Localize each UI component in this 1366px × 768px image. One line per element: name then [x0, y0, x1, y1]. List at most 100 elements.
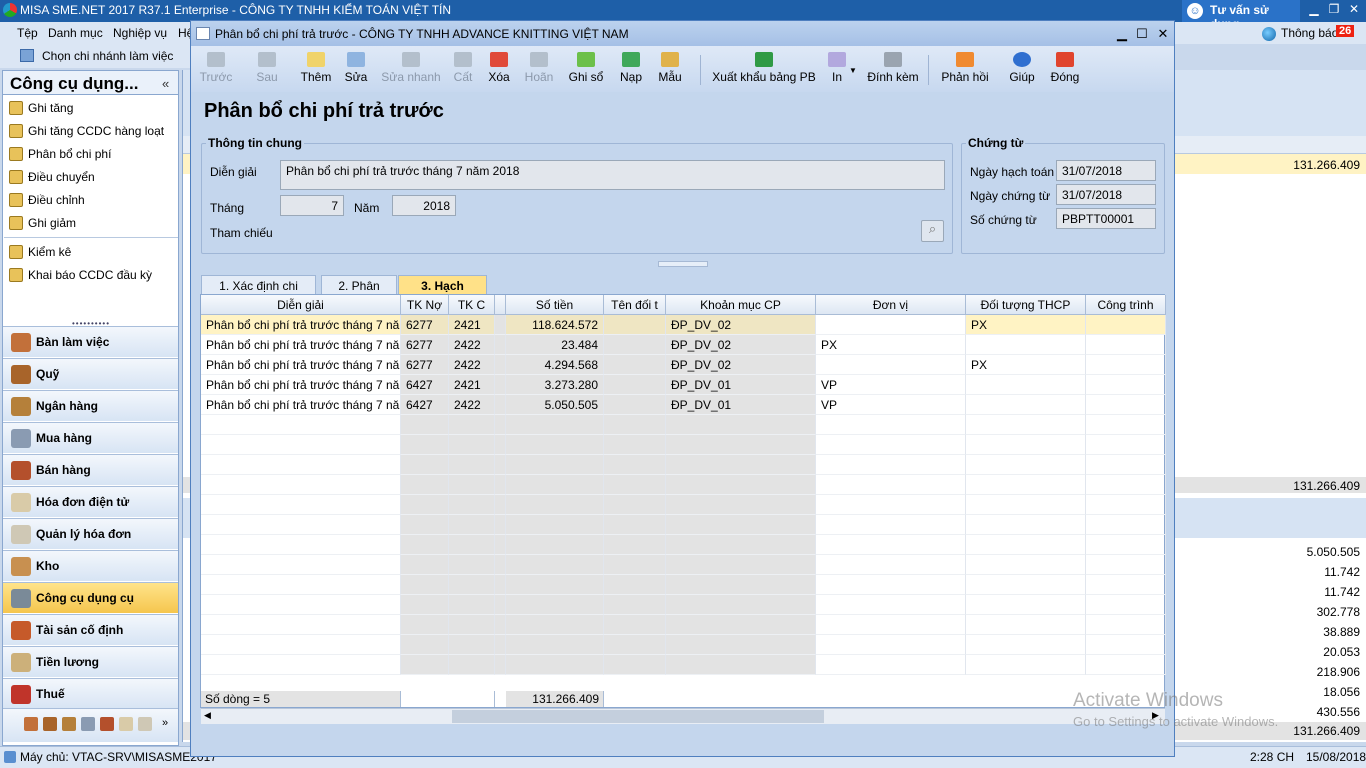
grid-empty-cell[interactable]: [495, 555, 506, 575]
voucher-no-field[interactable]: PBPTT00001: [1056, 208, 1156, 229]
grid-cell-unit[interactable]: VP: [816, 395, 966, 415]
grid-cell-debit-account[interactable]: 6277: [401, 315, 449, 335]
grid-empty-cell[interactable]: [495, 575, 506, 595]
grid-empty-cell[interactable]: [201, 615, 401, 635]
minimize-icon[interactable]: ▁: [1304, 2, 1324, 20]
month-field[interactable]: 7: [280, 195, 344, 216]
grid-cell-object-name[interactable]: [604, 375, 666, 395]
grid-empty-cell[interactable]: [604, 475, 666, 495]
grid-cell-credit-account[interactable]: 2421: [449, 375, 495, 395]
grid-empty-cell[interactable]: [1086, 595, 1166, 615]
grid-empty-cell[interactable]: [401, 635, 449, 655]
grid-empty-cell[interactable]: [201, 455, 401, 475]
grid-empty-cell[interactable]: [506, 435, 604, 455]
grid-empty-cell[interactable]: [401, 555, 449, 575]
module-tools[interactable]: Công cụ dụng cụ: [3, 582, 178, 613]
grid-empty-cell[interactable]: [1086, 655, 1166, 675]
grid-empty-cell[interactable]: [604, 455, 666, 475]
nav-item-decrease[interactable]: Ghi giảm: [28, 216, 76, 230]
grid-empty-cell[interactable]: [966, 495, 1086, 515]
grid-empty-cell[interactable]: [495, 515, 506, 535]
grid-empty-cell[interactable]: [449, 495, 495, 515]
reference-search-icon[interactable]: ⌕: [921, 220, 944, 242]
grid-empty-cell[interactable]: [966, 475, 1086, 495]
grid-empty-cell[interactable]: [1086, 515, 1166, 535]
grid-empty-cell[interactable]: [816, 435, 966, 455]
panel-splitter[interactable]: [658, 261, 708, 267]
grid-empty-cell[interactable]: [816, 475, 966, 495]
grid-empty-cell[interactable]: [506, 555, 604, 575]
grid-empty-cell[interactable]: [201, 655, 401, 675]
grid-empty-cell[interactable]: [604, 515, 666, 535]
grid-cell-project[interactable]: [1086, 395, 1166, 415]
next-button[interactable]: Sau: [250, 50, 284, 90]
module-desktop[interactable]: Bàn làm việc: [3, 326, 178, 357]
grid-empty-cell[interactable]: [1086, 555, 1166, 575]
grid-empty-cell[interactable]: [506, 415, 604, 435]
grid-empty-cell[interactable]: [666, 575, 816, 595]
grid-empty-cell[interactable]: [1086, 435, 1166, 455]
more-chevron-icon[interactable]: »: [162, 717, 168, 729]
grid-empty-cell[interactable]: [816, 595, 966, 615]
close-button[interactable]: Đóng: [1050, 50, 1080, 90]
grid-cell-object-name[interactable]: [604, 335, 666, 355]
bank-icon[interactable]: [62, 717, 76, 731]
grid-empty-cell[interactable]: [495, 615, 506, 635]
grid-empty-cell[interactable]: [401, 455, 449, 475]
grid-empty-cell[interactable]: [666, 495, 816, 515]
edit-button[interactable]: Sửa: [342, 50, 370, 90]
grid-empty-cell[interactable]: [666, 655, 816, 675]
module-tax[interactable]: Thuế: [3, 678, 178, 709]
grid-empty-cell[interactable]: [816, 635, 966, 655]
template-button[interactable]: Mẫu: [656, 50, 684, 90]
nav-item-adjust[interactable]: Điều chỉnh: [28, 193, 85, 207]
grid-cell-debit-account[interactable]: 6277: [401, 335, 449, 355]
grid-empty-cell[interactable]: [966, 575, 1086, 595]
scrollbar-thumb[interactable]: [452, 710, 824, 723]
grid-empty-cell[interactable]: [449, 575, 495, 595]
restore-icon[interactable]: ❐: [1324, 2, 1344, 20]
grid-empty-cell[interactable]: [495, 475, 506, 495]
grid-cell-description[interactable]: Phân bổ chi phí trả trước tháng 7 nă...: [201, 375, 401, 395]
grid-cell-amount[interactable]: 5.050.505: [506, 395, 604, 415]
tab-accounting[interactable]: 3. Hạch toán: [398, 275, 487, 307]
grid-cell-cost-object[interactable]: PX: [966, 315, 1086, 335]
grid-empty-cell[interactable]: [401, 515, 449, 535]
dialog-close-icon[interactable]: ✕: [1155, 26, 1171, 42]
tab-determine-cost[interactable]: 1. Xác định chi phí: [201, 275, 316, 307]
menu-file[interactable]: Tệp: [17, 26, 38, 40]
grid-empty-cell[interactable]: [506, 535, 604, 555]
grid-empty-cell[interactable]: [201, 435, 401, 455]
grid-empty-cell[interactable]: [816, 495, 966, 515]
grid-empty-cell[interactable]: [495, 655, 506, 675]
grid-empty-cell[interactable]: [201, 635, 401, 655]
save-button[interactable]: Cất: [452, 50, 474, 90]
column-header-project[interactable]: Công trình: [1086, 295, 1166, 315]
sales-icon[interactable]: [100, 717, 114, 731]
grid-empty-cell[interactable]: [201, 595, 401, 615]
grid-empty-cell[interactable]: [201, 515, 401, 535]
grid-cell-project[interactable]: [1086, 335, 1166, 355]
grid-cell-description[interactable]: Phân bổ chi phí trả trước tháng 7 nă...: [201, 355, 401, 375]
module-purchase[interactable]: Mua hàng: [3, 422, 178, 453]
grid-empty-cell[interactable]: [495, 535, 506, 555]
grid-empty-cell[interactable]: [1086, 495, 1166, 515]
grid-empty-cell[interactable]: [966, 535, 1086, 555]
grid-empty-cell[interactable]: [604, 495, 666, 515]
grid-empty-cell[interactable]: [506, 455, 604, 475]
einvoice-icon[interactable]: [119, 717, 133, 731]
cart-icon[interactable]: [81, 717, 95, 731]
desk-icon[interactable]: [24, 717, 38, 731]
grid-empty-cell[interactable]: [966, 415, 1086, 435]
grid-empty-cell[interactable]: [495, 495, 506, 515]
grid-cell-cost-object[interactable]: [966, 395, 1086, 415]
delete-button[interactable]: Xóa: [486, 50, 512, 90]
grid-cell-project[interactable]: [1086, 355, 1166, 375]
scroll-left-icon[interactable]: ◀: [204, 710, 211, 721]
module-invoice-mgmt[interactable]: Quản lý hóa đơn: [3, 518, 178, 549]
column-header-cost-object[interactable]: Đối tượng THCP: [966, 295, 1086, 315]
grid-empty-cell[interactable]: [966, 655, 1086, 675]
grid-empty-cell[interactable]: [816, 575, 966, 595]
grid-cell-description[interactable]: Phân bổ chi phí trả trước tháng 7 nă...: [201, 395, 401, 415]
quick-edit-button[interactable]: Sửa nhanh: [380, 50, 442, 90]
